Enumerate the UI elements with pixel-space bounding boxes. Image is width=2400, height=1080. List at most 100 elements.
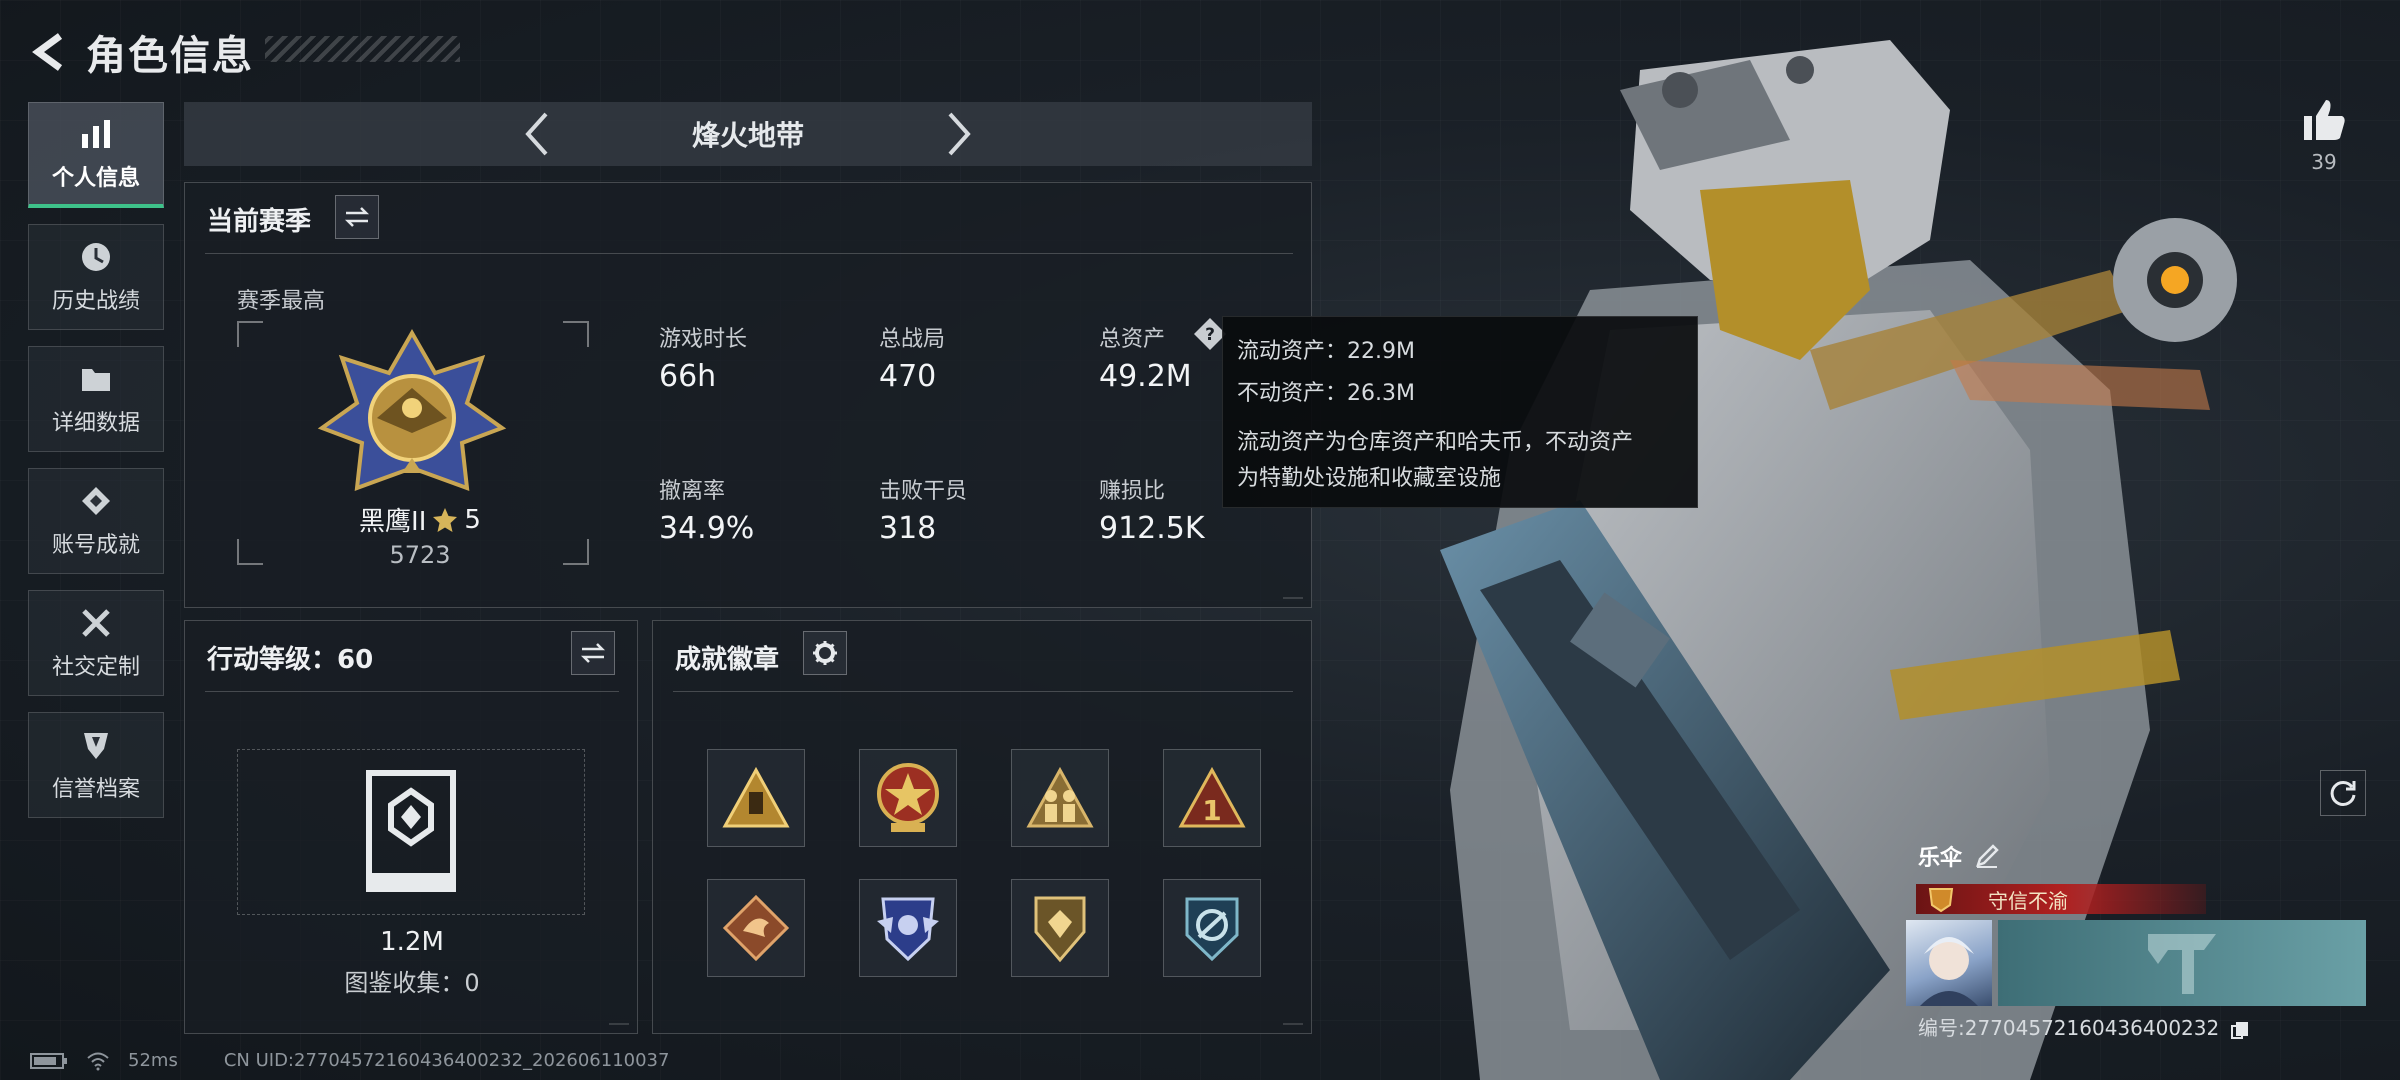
- battery-icon: [30, 1052, 67, 1069]
- shield-icon: [84, 733, 108, 759]
- badge-slot[interactable]: [859, 749, 957, 847]
- nav-item-reputation[interactable]: 信誉档案: [28, 712, 164, 818]
- side-nav: 个人信息 历史战绩 详细数据 账号成就 社交定制 信誉档案: [28, 102, 166, 834]
- badges-title: 成就徽章: [675, 645, 780, 675]
- nav-item-personal-info[interactable]: 个人信息: [28, 102, 164, 208]
- season-title: 当前赛季: [207, 207, 312, 237]
- badge-slot[interactable]: [1163, 879, 1261, 977]
- rank-name-row: 黑鹰II 5: [345, 501, 495, 538]
- badge-slot[interactable]: [1011, 879, 1109, 977]
- collection-count: 图鉴收集：0: [344, 969, 480, 997]
- page-title: 角色信息: [86, 33, 254, 79]
- player-id: 编号:27704572160436400232: [1918, 1016, 2220, 1040]
- refresh-icon: [2330, 780, 2356, 806]
- copy-icon[interactable]: [2230, 1020, 2250, 1040]
- assets-tooltip: 流动资产：22.9M 不动资产：26.3M 流动资产为仓库资产和哈夫币，不动资产…: [1222, 316, 1698, 508]
- panel-corner-deco: [609, 1013, 629, 1025]
- nav-item-achievements[interactable]: 账号成就: [28, 468, 164, 574]
- player-avatar[interactable]: [1906, 920, 1992, 1006]
- action-level-switch-button[interactable]: [571, 631, 615, 675]
- panel-corner-deco: [1283, 587, 1303, 599]
- number-one-badge-icon: 1: [1178, 766, 1246, 828]
- svg-text:?: ?: [1205, 325, 1215, 345]
- frame-corner: [237, 321, 263, 347]
- soldiers-badge-icon: [1026, 766, 1094, 828]
- title-decoration: [265, 36, 460, 62]
- frame-corner: [563, 539, 589, 565]
- nav-item-history[interactable]: 历史战绩: [28, 224, 164, 330]
- star-icon: [433, 507, 458, 532]
- player-id-row: 编号:27704572160436400232: [1918, 1012, 2250, 1041]
- ping-value: 52ms: [128, 1050, 178, 1071]
- season-best-label: 赛季最高: [237, 289, 326, 314]
- uid-text: CN UID:27704572160436400232_202606110037: [223, 1050, 670, 1071]
- player-card: 乐伞 守信不渝 编号:27704572160436400232: [1906, 840, 2366, 1040]
- badge-slot[interactable]: [1011, 749, 1109, 847]
- shield-wings-badge-icon: [877, 897, 939, 962]
- badge-slot[interactable]: [707, 749, 805, 847]
- tooltip-description: 流动资产为仓库资产和哈夫币，不动资产 为特勤处设施和收藏室设施: [1237, 425, 1683, 497]
- stat-label-assets: 总资产: [1099, 327, 1166, 352]
- back-button[interactable]: [28, 32, 68, 72]
- collection-pedestal-icon: [366, 770, 456, 892]
- rank-medal-icon: [317, 328, 507, 491]
- stat-value-profit-ratio: 912.5K: [1099, 511, 1205, 546]
- folder-icon: [82, 369, 110, 391]
- dragon-badge-icon: [722, 894, 790, 962]
- honor-emblem-icon: [1928, 888, 1954, 913]
- mode-selector: 烽火地带: [184, 102, 1312, 166]
- nav-item-label: 信誉档案: [51, 777, 140, 802]
- page-header: 角色信息: [28, 22, 254, 82]
- stat-label-extract-rate: 撤离率: [659, 479, 726, 504]
- nav-item-detail-data[interactable]: 详细数据: [28, 346, 164, 452]
- like-count: 39: [2311, 150, 2337, 174]
- swap-icon: [344, 207, 370, 227]
- stat-label-matches: 总战局: [879, 327, 946, 352]
- avatar-portrait: [1920, 937, 1978, 1006]
- badges-divider: [673, 691, 1293, 692]
- nav-item-label: 账号成就: [51, 533, 140, 558]
- panel-corner-deco: [1283, 1013, 1303, 1025]
- wifi-icon: [87, 1052, 109, 1070]
- gem-shield-badge-icon: [1034, 896, 1086, 963]
- stat-value-playtime: 66h: [659, 359, 717, 394]
- badge-slot[interactable]: [707, 879, 805, 977]
- stat-label-playtime: 游戏时长: [659, 327, 748, 352]
- badges-panel: 成就徽章 1: [652, 620, 1312, 1034]
- status-bar: 52ms CN UID:27704572160436400232_2026061…: [30, 1050, 669, 1071]
- action-level-value: 1.2M: [380, 927, 444, 957]
- stat-value-matches: 470: [879, 359, 937, 394]
- edit-pencil-icon[interactable]: [1974, 843, 2000, 869]
- clock-icon: [82, 243, 110, 271]
- collection-frame: [237, 749, 585, 915]
- stat-value-extract-rate: 34.9%: [659, 511, 755, 546]
- nav-item-label: 社交定制: [51, 655, 140, 680]
- season-divider: [205, 253, 1293, 254]
- tooltip-desc-line: 为特勤处设施和收藏室设施: [1237, 466, 1502, 491]
- rank-name: 黑鹰II: [359, 507, 427, 537]
- nav-item-label: 个人信息: [51, 165, 140, 191]
- chevron-left-icon[interactable]: [522, 110, 552, 158]
- season-switch-button[interactable]: [335, 195, 379, 239]
- tools-icon: [82, 609, 110, 637]
- stat-value-kills: 318: [879, 511, 937, 546]
- stat-label-kills: 击败干员: [879, 479, 968, 504]
- honor-title: 守信不渝: [1988, 888, 2068, 913]
- badge-slot[interactable]: [859, 879, 957, 977]
- chevron-right-icon[interactable]: [944, 110, 974, 158]
- like-button[interactable]: 39: [2300, 96, 2348, 174]
- nav-item-social[interactable]: 社交定制: [28, 590, 164, 696]
- nav-item-label: 详细数据: [51, 411, 140, 436]
- honor-title-bar: 守信不渝: [1916, 884, 2206, 914]
- tooltip-desc-line: 流动资产为仓库资产和哈夫币，不动资产: [1237, 430, 1634, 455]
- rotate-model-button[interactable]: [2320, 770, 2366, 816]
- back-arrow-icon: [32, 33, 63, 71]
- action-level-panel: 行动等级：60 1.2M 图鉴收集：0: [184, 620, 638, 1034]
- badges-settings-button[interactable]: [803, 631, 847, 675]
- achievement-icon: [82, 487, 110, 515]
- badge-slot[interactable]: 1: [1163, 749, 1261, 847]
- tooltip-fixed-assets: 不动资产：26.3M: [1237, 381, 1415, 406]
- player-banner[interactable]: [1998, 920, 2366, 1006]
- gear-icon: [813, 641, 837, 665]
- action-level-title: 行动等级：60: [207, 645, 374, 675]
